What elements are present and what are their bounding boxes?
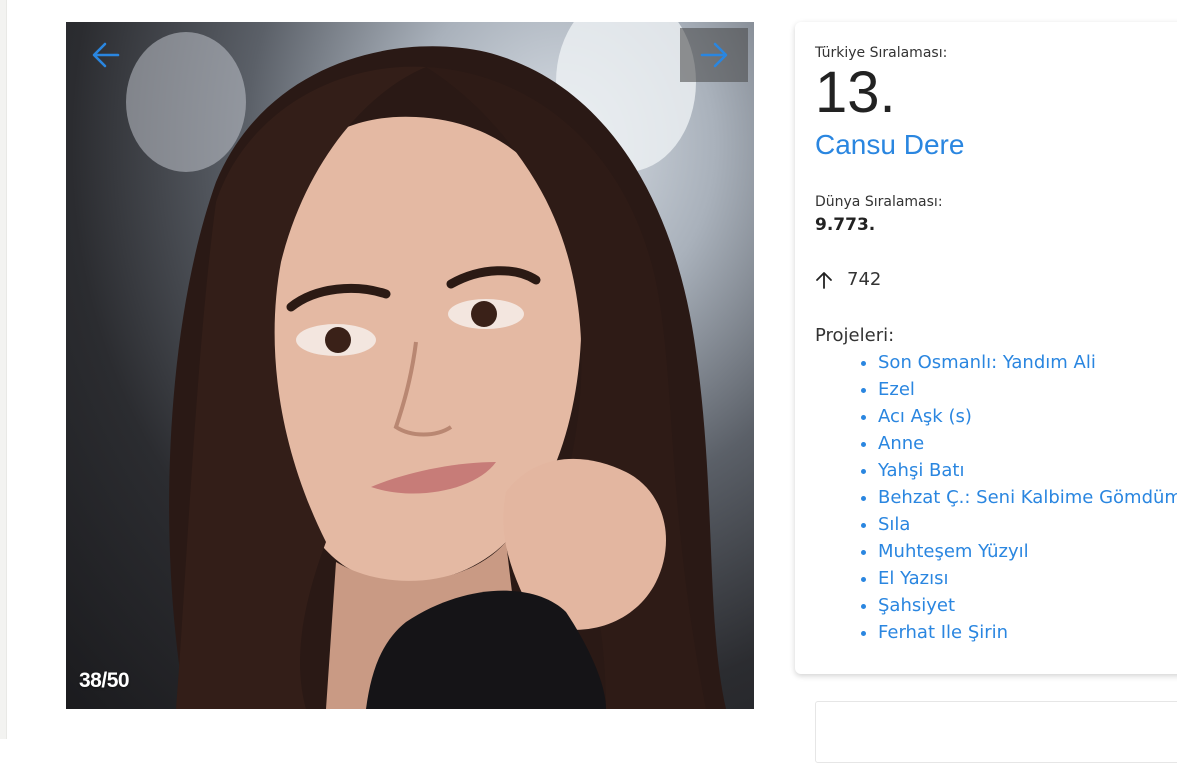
rank-change: 742 xyxy=(815,269,881,290)
project-item: El Yazısı xyxy=(878,565,1177,592)
world-rank-label: Dünya Sıralaması: xyxy=(815,194,943,210)
project-item: Sıla xyxy=(878,511,1177,538)
project-item: Şahsiyet xyxy=(878,592,1177,619)
rank-change-value: 742 xyxy=(847,269,882,290)
project-item: Ferhat Ile Şirin xyxy=(878,619,1177,646)
person-name-link[interactable]: Cansu Dere xyxy=(815,129,964,161)
secondary-card xyxy=(815,701,1177,763)
projects-label: Projeleri: xyxy=(815,325,895,346)
project-item: Ezel xyxy=(878,376,1177,403)
portrait-photo xyxy=(126,22,726,709)
project-item: Yahşi Batı xyxy=(878,457,1177,484)
project-item: Behzat Ç.: Seni Kalbime Gömdüm xyxy=(878,484,1177,511)
next-photo-button[interactable] xyxy=(680,28,748,82)
prev-photo-button[interactable] xyxy=(72,28,140,82)
page-left-border xyxy=(0,0,7,739)
arrow-left-icon xyxy=(92,42,120,68)
projects-list: Son Osmanlı: Yandım Ali Ezel Acı Aşk (s)… xyxy=(858,349,1177,646)
project-link[interactable]: Muhteşem Yüzyıl xyxy=(878,541,1029,562)
world-rank: 9.773. xyxy=(815,215,876,235)
project-link[interactable]: Anne xyxy=(878,433,924,454)
arrow-right-icon xyxy=(700,42,728,68)
arrow-up-icon xyxy=(816,271,832,289)
project-link[interactable]: Şahsiyet xyxy=(878,595,955,616)
project-item: Muhteşem Yüzyıl xyxy=(878,538,1177,565)
project-link[interactable]: Behzat Ç.: Seni Kalbime Gömdüm xyxy=(878,487,1177,508)
project-link[interactable]: El Yazısı xyxy=(878,568,948,589)
project-link[interactable]: Sıla xyxy=(878,514,910,535)
project-link[interactable]: Ferhat Ile Şirin xyxy=(878,622,1008,643)
project-link[interactable]: Yahşi Batı xyxy=(878,460,965,481)
project-item: Acı Aşk (s) xyxy=(878,403,1177,430)
photo-counter: 38/50 xyxy=(79,669,130,692)
project-link[interactable]: Acı Aşk (s) xyxy=(878,406,972,427)
turkey-rank: 13. xyxy=(815,60,896,125)
project-item: Son Osmanlı: Yandım Ali xyxy=(878,349,1177,376)
project-item: Anne xyxy=(878,430,1177,457)
profile-card: Türkiye Sıralaması: 13. Cansu Dere Dünya… xyxy=(795,22,1177,674)
project-link[interactable]: Ezel xyxy=(878,379,915,400)
turkey-rank-label: Türkiye Sıralaması: xyxy=(815,45,948,61)
photo-slider[interactable]: 38/50 xyxy=(66,22,754,709)
project-link[interactable]: Son Osmanlı: Yandım Ali xyxy=(878,352,1096,373)
